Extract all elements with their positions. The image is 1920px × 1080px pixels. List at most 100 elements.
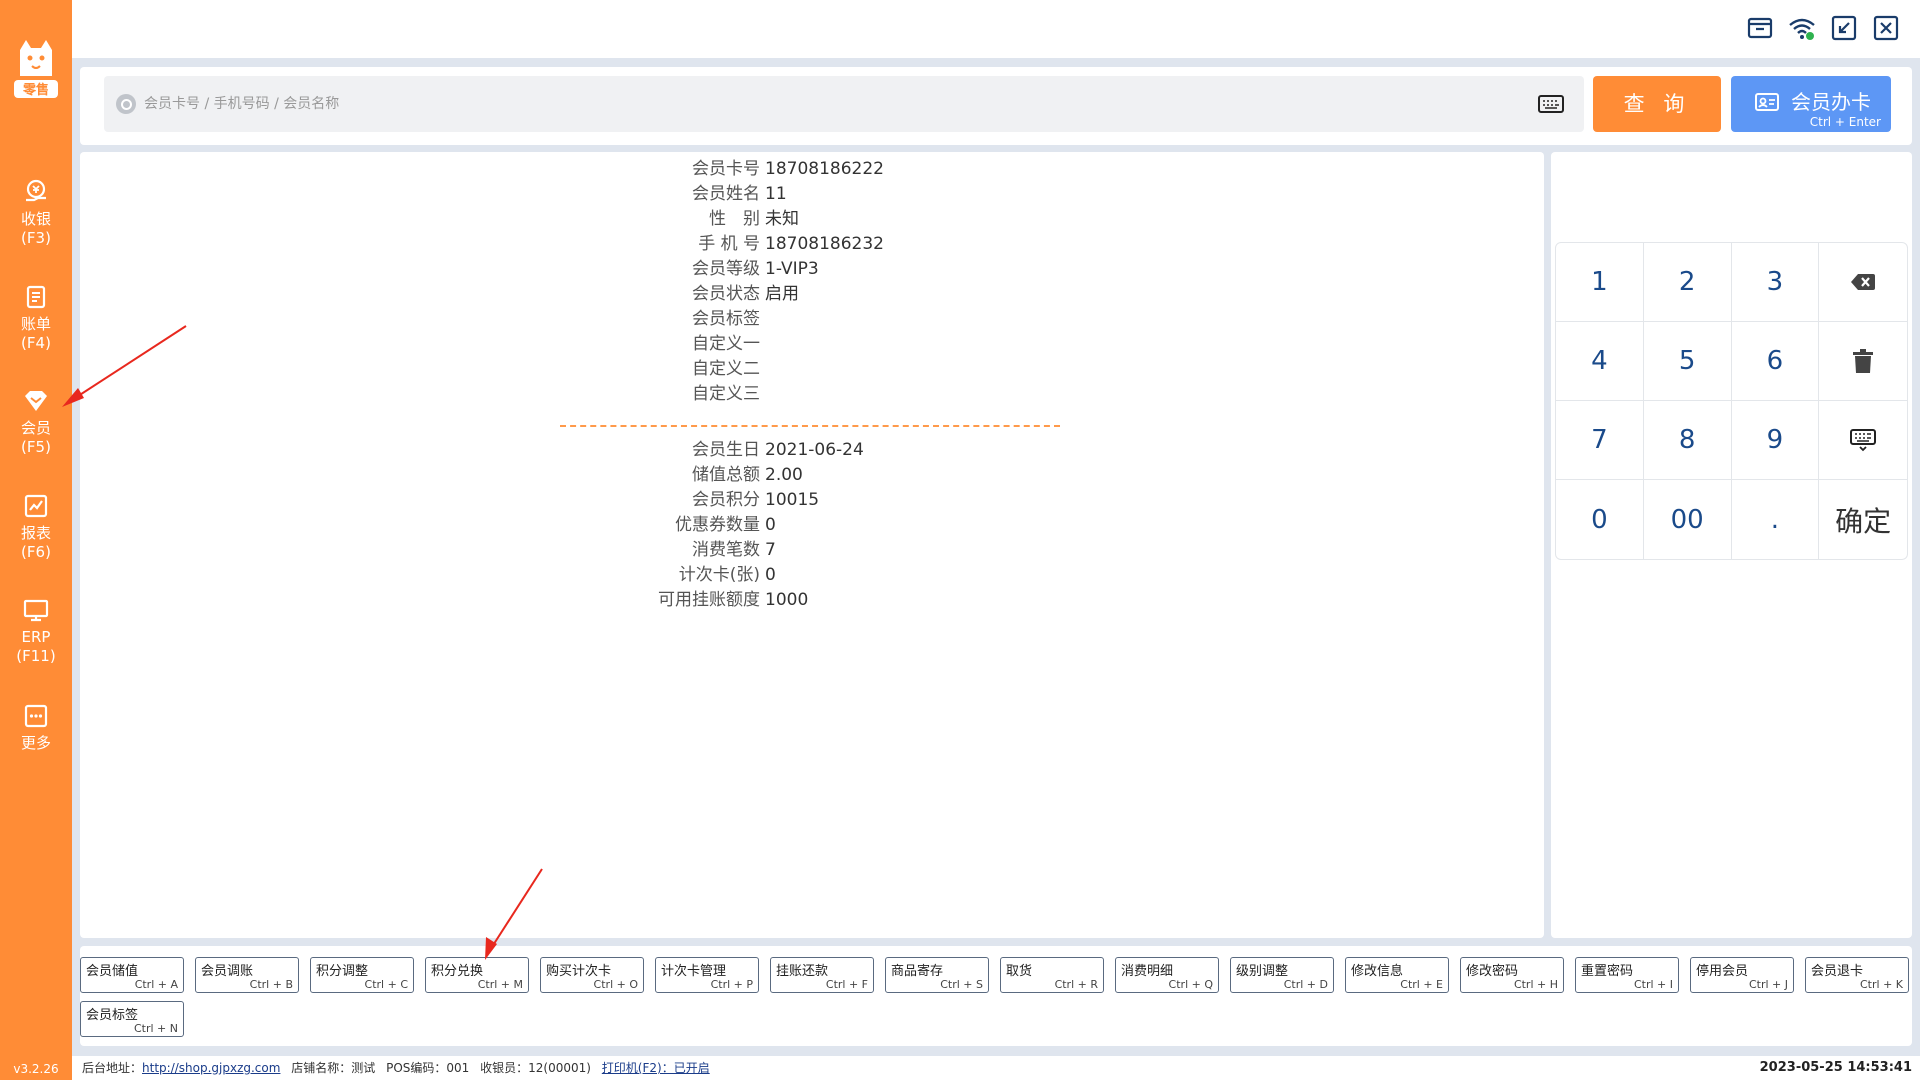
sidebar-item-shortcut: (F4) [21,334,51,352]
key-6[interactable]: 6 [1731,322,1820,401]
info-value: 2.00 [765,465,803,485]
query-button[interactable]: 查 询 [1593,76,1721,132]
sidebar-item-shortcut: (F6) [21,543,51,561]
info-row: 会员状态 启用 [560,282,1160,307]
sidebar-item-shortcut: (F11) [16,647,56,665]
function-button-change-password[interactable]: 修改密码 Ctrl + H [1460,957,1564,993]
key-3[interactable]: 3 [1731,243,1820,322]
info-key: 自定义三 [692,384,760,404]
function-label: 会员标签 [86,1008,139,1023]
info-value: 11 [765,184,787,204]
monitor-icon [23,599,49,622]
function-button-adjust-points[interactable]: 积分调整 Ctrl + C [310,957,414,993]
function-label: 积分兑换 [431,964,484,979]
function-label: 计次卡管理 [661,964,727,979]
function-button-repay-credit[interactable]: 挂账还款 Ctrl + F [770,957,874,993]
key-9[interactable]: 9 [1731,401,1820,480]
info-row: 性 别未知 [560,207,1160,232]
function-button-edit-info[interactable]: 修改信息 Ctrl + E [1345,957,1449,993]
function-shortcut: Ctrl + F [825,978,868,991]
function-button-recharge[interactable]: 会员储值 Ctrl + A [80,957,184,993]
member-card-button[interactable]: 会员办卡 Ctrl + Enter [1731,76,1891,132]
backend-url-link[interactable]: http://shop.gjpxzg.com [142,1061,280,1075]
function-button-disable-member[interactable]: 停用会员 Ctrl + J [1690,957,1794,993]
function-shortcut: Ctrl + D [1283,978,1328,991]
member-card-label: 会员办卡 [1791,90,1871,114]
function-shortcut: Ctrl + P [710,978,753,991]
sidebar-item-more[interactable]: 更多 [0,702,72,753]
version-label: v3.2.26 [13,1062,59,1076]
confirm-key[interactable]: 确定 [1819,480,1907,559]
function-button-level-adjust[interactable]: 级别调整 Ctrl + D [1230,957,1334,993]
id-card-icon [1755,93,1779,111]
key-decimal[interactable]: . [1732,480,1820,559]
key-2[interactable]: 2 [1643,243,1732,322]
keyboard-key[interactable] [1819,401,1907,480]
function-shortcut: Ctrl + E [1400,978,1443,991]
key-0[interactable]: 0 [1556,480,1644,559]
minimize-window-icon[interactable] [1830,14,1858,42]
function-label: 购买计次卡 [546,964,612,979]
info-row: 自定义一 [560,332,1160,357]
sidebar-item-report[interactable]: 报表 (F6) [0,492,72,562]
info-key: 会员等级 [692,259,760,279]
function-button-pickup[interactable]: 取货 Ctrl + R [1000,957,1104,993]
key-00[interactable]: 00 [1644,480,1732,559]
printer-toggle[interactable]: 打印机(F2)：已开启 [602,1061,710,1075]
function-shortcut: Ctrl + J [1748,978,1788,991]
function-shortcut: Ctrl + S [940,978,983,991]
close-window-icon[interactable] [1872,14,1900,42]
sidebar-item-cashier[interactable]: 收银 (F3) [0,178,72,248]
function-button-deposit-goods[interactable]: 商品寄存 Ctrl + S [885,957,989,993]
function-shortcut: Ctrl + B [249,978,293,991]
info-key: 自定义二 [692,359,760,379]
function-label: 商品寄存 [891,964,944,979]
info-key: 手 机 号 [698,234,760,254]
keyboard-icon[interactable] [1538,94,1564,114]
function-button-consume-detail[interactable]: 消费明细 Ctrl + Q [1115,957,1219,993]
info-value: 启用 [765,284,799,304]
info-key: 可用挂账额度 [658,590,760,610]
sidebar-item-bill[interactable]: 账单 (F4) [0,283,72,353]
shop-name: 店铺名称：测试 [291,1061,376,1075]
sidebar-item-member[interactable]: 会员 (F5) [0,387,72,457]
sidebar-item-label: ERP [21,628,51,646]
wifi-icon[interactable] [1788,14,1816,42]
key-4[interactable]: 4 [1556,322,1644,401]
datetime: 2023-05-25 14:53:41 [1759,1060,1912,1075]
function-button-count-card-manage[interactable]: 计次卡管理 Ctrl + P [655,957,759,993]
sidebar-item-erp[interactable]: ERP (F11) [0,596,72,666]
function-button-refund-card[interactable]: 会员退卡 Ctrl + K [1805,957,1909,993]
key-5[interactable]: 5 [1643,322,1732,401]
keyboard-icon [1850,429,1877,452]
stat-row: 优惠券数量 0 [560,513,1160,538]
function-button-redeem-points[interactable]: 积分兑换 Ctrl + M [425,957,529,993]
cash-drawer-icon[interactable] [1746,14,1774,42]
function-button-buy-count-card[interactable]: 购买计次卡 Ctrl + O [540,957,644,993]
function-label: 停用会员 [1696,964,1749,979]
key-7[interactable]: 7 [1556,401,1644,480]
sidebar-item-label: 报表 [20,524,51,542]
info-value: 0 [765,565,776,585]
backspace-key[interactable] [1819,243,1907,322]
clear-key[interactable] [1819,322,1907,401]
info-key: 会员卡号 [692,159,760,179]
info-row: 自定义二 [560,357,1160,382]
function-button-adjust-account[interactable]: 会员调账 Ctrl + B [195,957,299,993]
stat-row: 会员积分 10015 [560,488,1160,513]
function-label: 积分调整 [316,964,369,979]
function-button-reset-password[interactable]: 重置密码 Ctrl + I [1575,957,1679,993]
search-input[interactable] [144,90,1494,118]
info-value: 1000 [765,590,809,610]
function-button-member-tags[interactable]: 会员标签 Ctrl + N [80,1001,184,1037]
info-key: 会员标签 [692,309,760,329]
info-key: 储值总额 [692,465,760,485]
numeric-keypad: 1 2 3 4 5 6 7 8 9 0 00 . 确定 [1555,242,1908,560]
trash-icon [1853,349,1874,373]
backspace-icon [1851,274,1876,290]
function-shortcut: Ctrl + C [364,978,408,991]
key-8[interactable]: 8 [1643,401,1732,480]
key-1[interactable]: 1 [1556,243,1644,322]
bill-icon [26,285,46,309]
more-icon [24,704,48,728]
